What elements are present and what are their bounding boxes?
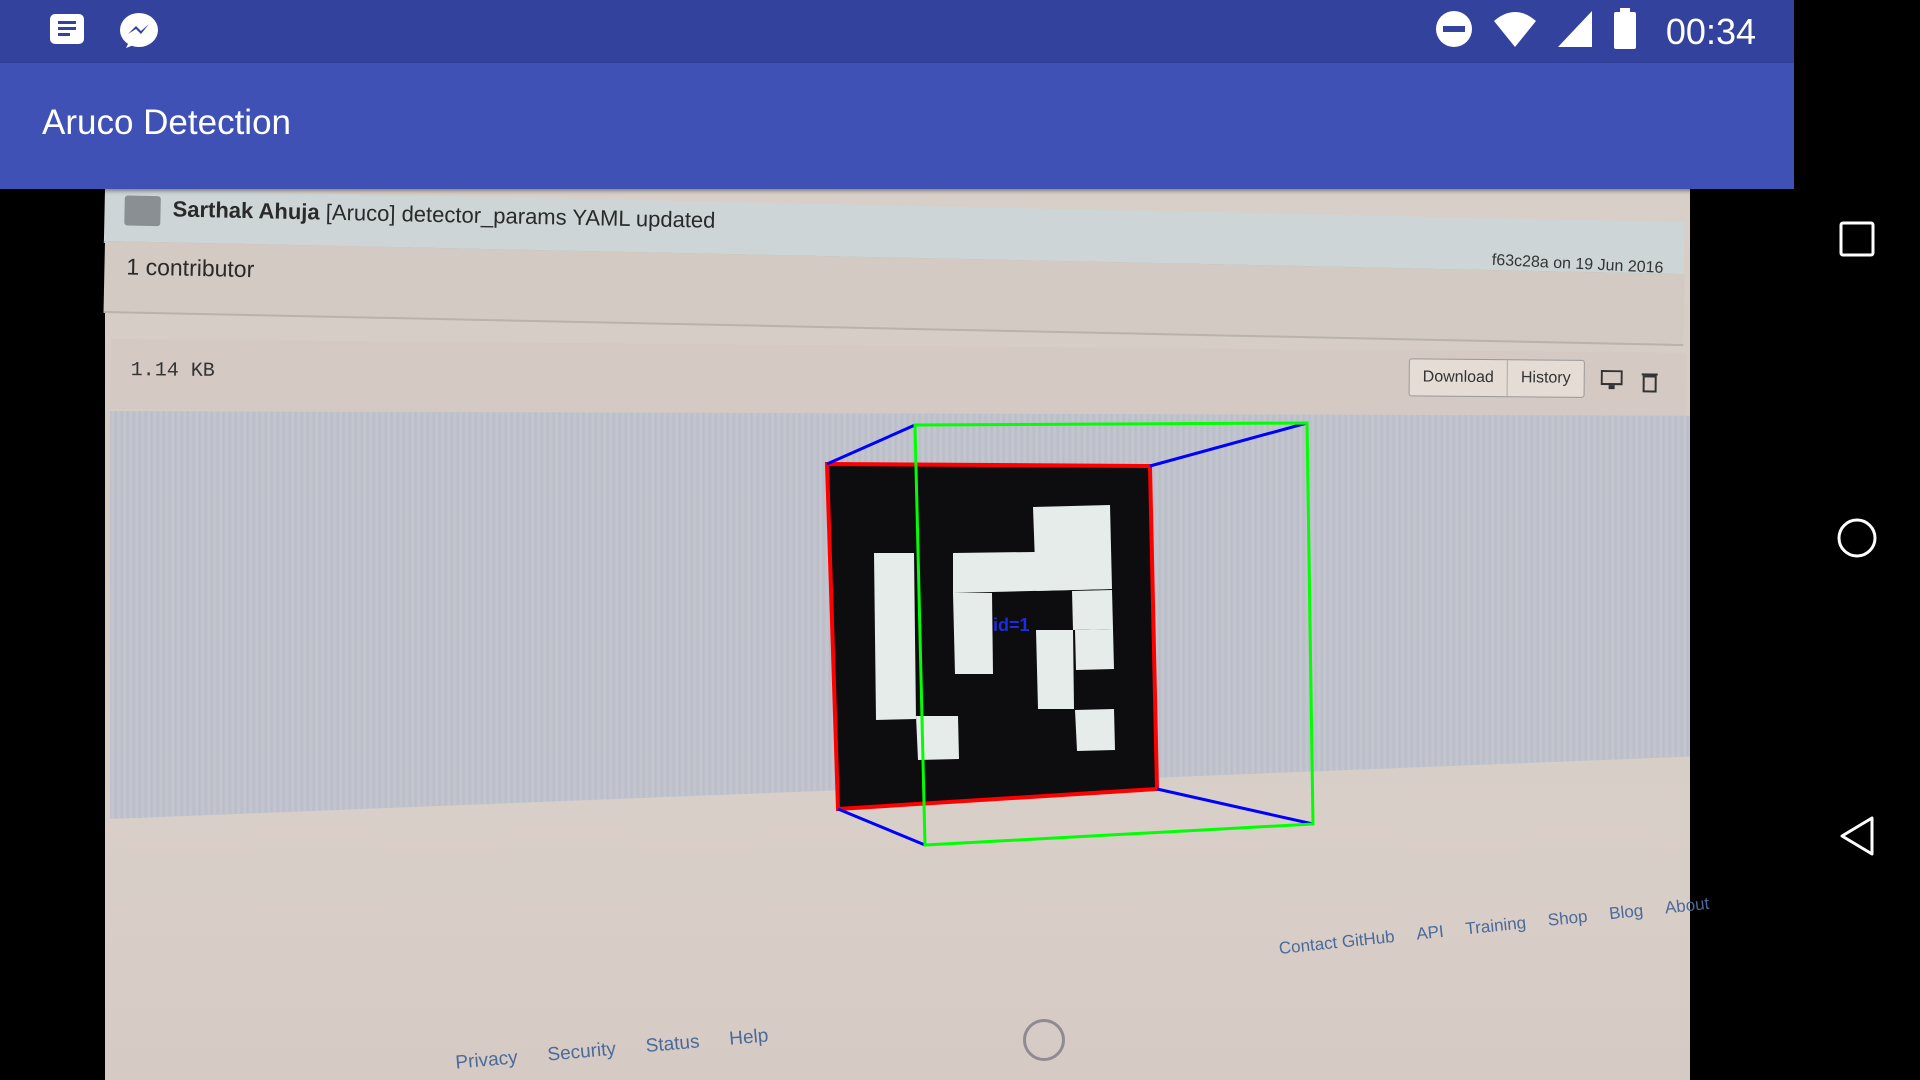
wifi-icon [1492,9,1538,54]
recents-icon [1839,221,1875,262]
detection-overlay: id=1 [824,421,1315,847]
clock: 00:34 [1665,10,1756,52]
signal-icon [1556,9,1594,54]
back-button[interactable] [1834,815,1880,861]
aruco-marker [827,464,1157,809]
notes-icon [48,12,88,57]
marker-id-label: id=1 [993,615,1030,635]
home-icon [1836,517,1878,564]
home-button[interactable] [1834,517,1880,563]
navigation-bar [1794,0,1920,1080]
app-title: Aruco Detection [42,103,292,142]
messenger-icon [118,12,160,57]
app-bar: Aruco Detection [0,63,1794,189]
status-bar: 00:34 [0,0,1794,63]
battery-icon [1612,8,1638,55]
do-not-disturb-icon [1434,9,1474,54]
camera-preview: Sarthak Ahuja [Aruco] detector_params YA… [0,189,1794,1080]
back-icon [1839,815,1875,862]
recents-button[interactable] [1834,218,1880,264]
